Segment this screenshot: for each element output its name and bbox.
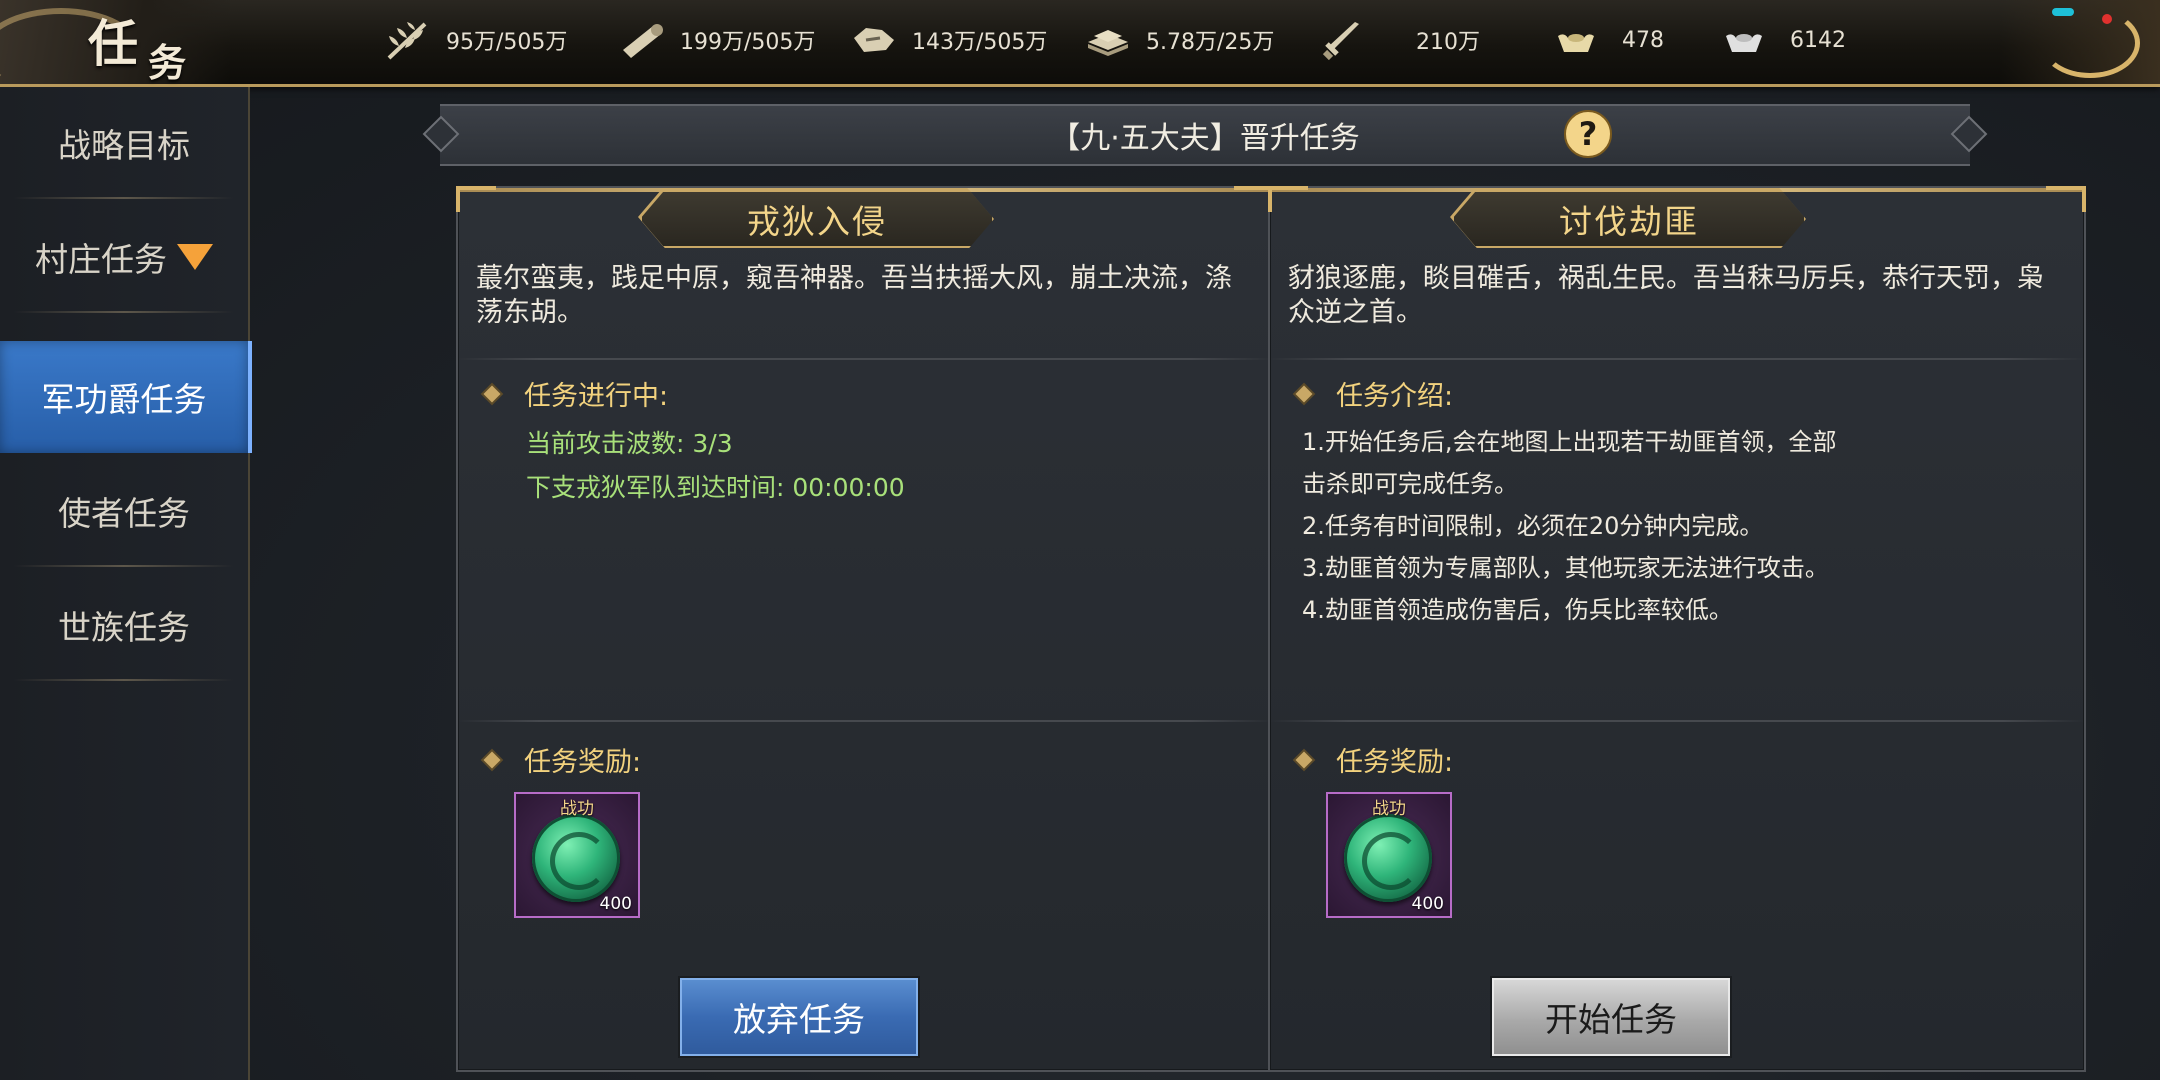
progress-heading: 任务进行中: (483, 374, 669, 413)
resource-silver[interactable]: 6142 (1720, 18, 1846, 62)
sidebar-item-village-tasks[interactable]: 村庄任务 (0, 201, 248, 313)
resource-value: 95万/505万 (446, 30, 568, 55)
sidebar-item-label: 使者任务 (58, 494, 190, 533)
start-task-button[interactable]: 开始任务 (1490, 976, 1732, 1058)
close-corner-button[interactable] (2000, 0, 2160, 84)
page-title: 【九·五大夫】晋升任务 (1050, 121, 1360, 156)
intro-line: 3.劫匪首领为专属部队，其他玩家无法进行攻击。 (1302, 554, 1829, 582)
task-panel-bandits: 讨伐劫匪 豺狼逐鹿，睒目磪舌，祸乱生民。吾当秣马厉兵，恭行天罚，枭众逆之首。 任… (1268, 186, 2086, 1072)
title-char-1: 任 (88, 14, 138, 73)
help-button[interactable]: ? (1564, 110, 1612, 158)
reward-heading-text: 任务奖励: (1336, 747, 1454, 778)
reward-label: 战功 (560, 799, 594, 819)
reward-heading: 任务奖励: (483, 740, 642, 779)
divider (1270, 720, 2084, 722)
intro-heading: 任务介绍: (1295, 374, 1454, 413)
grain-icon (384, 18, 432, 62)
intro-line: 1.开始任务后,会在地图上出现若干劫匪首领，全部 (1302, 428, 1837, 456)
sidebar-item-label: 村庄任务 (35, 240, 167, 279)
divider (458, 720, 1272, 722)
panel-corner-ornament (1268, 186, 1308, 212)
title-char-2: 务 (148, 40, 187, 85)
panel-title-text: 讨伐劫匪 (1559, 202, 1699, 241)
task-description: 蕞尔蛮夷，践足中原，窥吾神器。吾当扶摇大风，崩土决流，涤荡东胡。 (476, 263, 1232, 328)
sidebar-item-label: 世族任务 (58, 608, 190, 647)
resource-stone[interactable]: 143万/505万 (850, 18, 1047, 62)
resource-value: 143万/505万 (912, 30, 1048, 55)
window-title: 任 务 (0, 0, 230, 85)
diamond-bullet-icon (1295, 751, 1313, 768)
reward-item-merit[interactable]: 战功 400 (514, 792, 640, 918)
resource-value: 478 (1622, 27, 1664, 53)
stone-icon (850, 18, 898, 62)
panel-title-text: 戎狄入侵 (747, 202, 887, 241)
progress-heading-text: 任务进行中: (524, 381, 669, 412)
panel-corner-ornament (2046, 186, 2086, 212)
sidebar-item-envoy-tasks[interactable]: 使者任务 (0, 455, 248, 567)
intro-line: 4.劫匪首领造成伤害后，伤兵比率较低。 (1302, 596, 1733, 624)
divider (1270, 358, 2084, 360)
next-army-arrival-time: 下支戎狄军队到达时间: 00:00:00 (526, 473, 905, 502)
diamond-bullet-icon (1295, 385, 1313, 402)
sidebar-item-strategic-goals[interactable]: 战略目标 (0, 87, 248, 199)
reward-label: 战功 (1372, 799, 1406, 819)
question-mark-icon: ? (1578, 115, 1598, 153)
attack-wave-count: 当前攻击波数: 3/3 (526, 429, 733, 458)
button-label: 放弃任务 (733, 1000, 865, 1039)
resource-value: 210万 (1416, 30, 1480, 55)
status-indicator (2052, 8, 2074, 16)
resource-wood[interactable]: 199万/505万 (618, 18, 815, 62)
sidebar-item-label: 战略目标 (58, 126, 190, 165)
intro-heading-text: 任务介绍: (1336, 381, 1454, 412)
resource-value: 199万/505万 (680, 30, 816, 55)
expand-triangle-icon (177, 244, 213, 270)
intro-line: 击杀即可完成任务。 (1302, 470, 1518, 498)
merit-medal-icon (1344, 814, 1432, 902)
abandon-task-button[interactable]: 放弃任务 (678, 976, 920, 1058)
top-resource-bar: 任 务 95万/505万 199万/505万 143万/505万 5.78万/2… (0, 0, 2160, 87)
merit-medal-icon (532, 814, 620, 902)
intro-line: 2.任务有时间限制，必须在20分钟内完成。 (1302, 512, 1764, 540)
resource-troops[interactable]: 210万 (1318, 18, 1480, 62)
return-arc-icon (2040, 8, 2140, 78)
iron-icon (1084, 18, 1132, 62)
resource-iron[interactable]: 5.78万/25万 (1084, 18, 1274, 62)
task-panel-invasion: 戎狄入侵 蕞尔蛮夷，践足中原，窥吾神器。吾当扶摇大风，崩土决流，涤荡东胡。 任务… (456, 186, 1274, 1072)
resource-value: 6142 (1790, 27, 1846, 53)
panel-title: 讨伐劫匪 (1452, 190, 1806, 248)
divider (458, 358, 1272, 360)
sidebar-item-clan-tasks[interactable]: 世族任务 (0, 569, 248, 681)
resource-gold[interactable]: 478 (1552, 18, 1664, 62)
reward-heading-text: 任务奖励: (524, 747, 642, 778)
task-description: 豺狼逐鹿，睒目磪舌，祸乱生民。吾当秣马厉兵，恭行天罚，枭众逆之首。 (1288, 263, 2044, 328)
reward-item-merit[interactable]: 战功 400 (1326, 792, 1452, 918)
resource-value: 5.78万/25万 (1146, 30, 1275, 55)
reward-heading: 任务奖励: (1295, 740, 1454, 779)
gold-ingot-icon (1552, 18, 1600, 62)
notification-dot (2102, 14, 2112, 24)
sword-icon (1318, 18, 1366, 62)
panel-corner-ornament (456, 186, 496, 212)
diamond-bullet-icon (483, 385, 501, 402)
button-label: 开始任务 (1545, 1000, 1677, 1039)
reward-count: 400 (599, 894, 632, 914)
wood-icon (618, 18, 666, 62)
task-category-sidebar: 战略目标 村庄任务 军功爵任务 使者任务 世族任务 (0, 87, 252, 1080)
reward-count: 400 (1411, 894, 1444, 914)
sidebar-item-military-rank-tasks[interactable]: 军功爵任务 (0, 341, 252, 453)
silver-ingot-icon (1720, 18, 1768, 62)
panel-title: 戎狄入侵 (640, 190, 994, 248)
diamond-bullet-icon (483, 751, 501, 768)
resource-grain[interactable]: 95万/505万 (384, 18, 567, 62)
promotion-task-banner: 【九·五大夫】晋升任务 (440, 104, 1970, 166)
sidebar-item-label: 军功爵任务 (41, 380, 207, 419)
